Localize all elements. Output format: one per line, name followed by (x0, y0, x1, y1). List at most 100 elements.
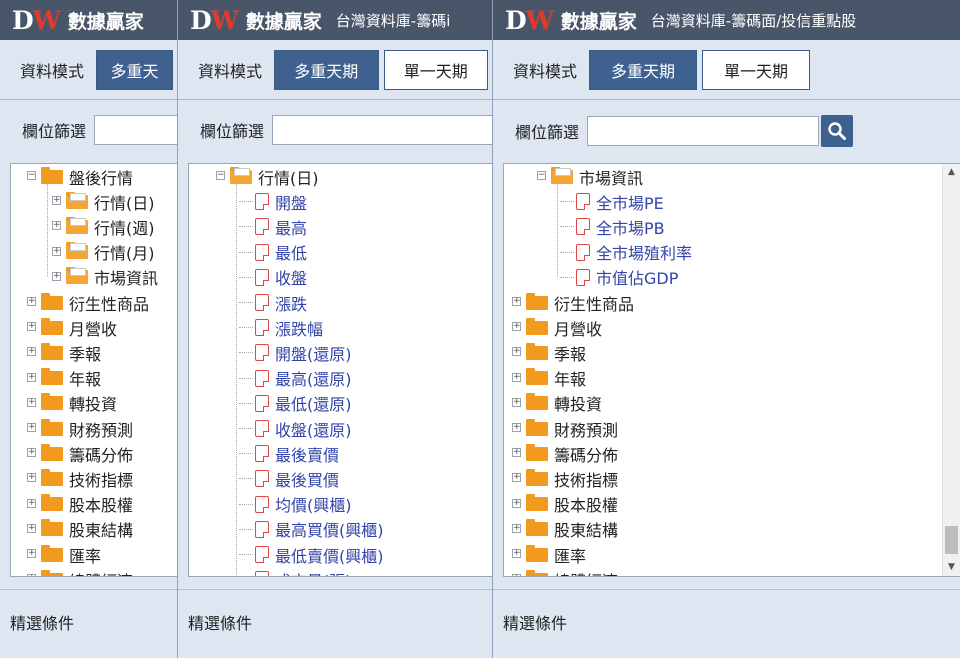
tree-folder-item[interactable]: + 轉投資 (27, 391, 117, 416)
tree-folder-item[interactable]: + 籌碼分佈 (27, 441, 134, 466)
expand-toggle-icon[interactable]: + (27, 448, 36, 458)
tree-item-label: 月營收 (69, 319, 118, 339)
expand-toggle-icon[interactable]: + (27, 549, 36, 558)
scrollbar-thumb[interactable] (945, 526, 958, 554)
tree-folder-item[interactable]: + 轉投資 (512, 391, 602, 416)
expand-toggle-icon[interactable]: + (27, 322, 36, 332)
multi-period-button[interactable]: 多重天 (96, 49, 173, 90)
collapse-toggle-icon[interactable]: − (537, 171, 546, 180)
tree-leaf-item[interactable]: 開盤 (239, 189, 307, 214)
tree-leaf-item[interactable]: 最低(還原) (239, 391, 352, 416)
scroll-down-arrow[interactable]: ▼ (943, 559, 960, 576)
tree-leaf-item[interactable]: 最低賣價(興櫃) (239, 542, 384, 567)
tree-leaf-item[interactable]: 全市場PE (560, 189, 664, 214)
folder-icon (526, 317, 548, 335)
scroll-up-arrow[interactable]: ▲ (943, 164, 960, 181)
tree-leaf-item[interactable]: 收盤(還原) (239, 416, 352, 441)
tree-folder-item[interactable]: − 行情(日) (216, 164, 319, 189)
tree-folder-item[interactable]: + 市場資訊 (52, 265, 158, 290)
collapse-toggle-icon[interactable]: − (216, 171, 225, 180)
expand-toggle-icon[interactable]: + (27, 372, 36, 382)
tree-scrollbar[interactable]: ▲ ▼ (942, 164, 960, 576)
filter-input[interactable] (272, 115, 493, 145)
single-period-button[interactable]: 單一天期 (383, 49, 488, 90)
filter-input[interactable] (94, 115, 178, 145)
tree-leaf-item[interactable]: 市值佔GDP (560, 265, 678, 290)
tree-folder-item[interactable]: + 衍生性商品 (512, 290, 634, 315)
tree-folder-item[interactable]: + 衍生性商品 (27, 290, 149, 315)
tree-folder-item[interactable]: + 技術指標 (512, 466, 618, 491)
expand-toggle-icon[interactable]: + (27, 473, 36, 483)
tree-leaf-item[interactable]: 最高(還原) (239, 366, 352, 391)
expand-toggle-icon[interactable]: + (512, 523, 521, 533)
tree-item-label: 籌碼分佈 (69, 445, 134, 465)
tree-folder-item[interactable]: + 匯率 (27, 542, 101, 567)
tree-leaf-item[interactable]: 全市場PB (560, 214, 665, 239)
expand-toggle-icon[interactable]: + (512, 498, 521, 508)
tree-folder-item[interactable]: + 總體經濟 (512, 567, 618, 576)
tree-folder-item[interactable]: + 總體經濟 (27, 567, 133, 576)
expand-toggle-icon[interactable]: + (512, 574, 521, 576)
tree-leaf-item[interactable]: 全市場殖利率 (560, 240, 692, 265)
tree-folder-item[interactable]: + 季報 (27, 340, 101, 365)
tree-folder-item[interactable]: + 財務預測 (27, 416, 133, 441)
expand-toggle-icon[interactable]: + (512, 347, 521, 357)
expand-toggle-icon[interactable]: + (52, 221, 61, 231)
tree-folder-item[interactable]: + 行情(週) (52, 214, 155, 239)
tree-leaf-item[interactable]: 開盤(還原) (239, 340, 352, 365)
filter-input[interactable] (587, 116, 820, 146)
search-button[interactable] (821, 115, 854, 147)
tree-leaf-item[interactable]: 最後賣價 (239, 441, 339, 466)
expand-toggle-icon[interactable]: + (52, 196, 61, 206)
tree-leaf-item[interactable]: 收盤 (239, 265, 307, 290)
tree-folder-item[interactable]: + 年報 (27, 366, 101, 391)
tree-leaf-item[interactable]: 漲跌幅 (239, 315, 323, 340)
tree-folder-item[interactable]: + 匯率 (512, 542, 586, 567)
expand-toggle-icon[interactable]: + (512, 322, 521, 332)
tree-folder-item[interactable]: + 股本股權 (27, 492, 133, 517)
expand-toggle-icon[interactable]: + (27, 397, 36, 407)
tree-folder-item[interactable]: + 股東結構 (512, 517, 618, 542)
tree-folder-item[interactable]: + 技術指標 (27, 466, 133, 491)
tree-folder-item[interactable]: + 行情(月) (52, 240, 155, 265)
tree-folder-item[interactable]: + 股東結構 (27, 517, 133, 542)
tree-folder-item[interactable]: + 月營收 (27, 315, 118, 340)
tree-leaf-item[interactable]: 最低 (239, 240, 307, 265)
expand-toggle-icon[interactable]: + (512, 473, 521, 483)
tree-leaf-item[interactable]: 均價(興櫃) (239, 492, 352, 517)
expand-toggle-icon[interactable]: + (52, 246, 61, 256)
expand-toggle-icon[interactable]: + (512, 423, 521, 432)
tree-leaf-item[interactable]: 最後買價 (239, 466, 339, 491)
tree-folder-item[interactable]: + 股本股權 (512, 492, 618, 517)
tree-folder-item[interactable]: + 財務預測 (512, 416, 618, 441)
expand-toggle-icon[interactable]: + (512, 397, 521, 407)
multi-period-button[interactable]: 多重天期 (589, 49, 698, 90)
filter-label: 欄位篩選 (22, 122, 87, 141)
single-period-button[interactable]: 單一天期 (702, 49, 811, 90)
tree-leaf-item[interactable]: 最高買價(興櫃) (239, 517, 384, 542)
expand-toggle-icon[interactable]: + (512, 549, 521, 558)
expand-toggle-icon[interactable]: + (27, 523, 36, 533)
tree-leaf-item[interactable]: 成交量(張) (255, 567, 352, 576)
collapse-toggle-icon[interactable]: − (27, 171, 36, 180)
expand-toggle-icon[interactable]: + (52, 271, 61, 281)
expand-toggle-icon[interactable]: + (27, 423, 36, 432)
tree-leaf-item[interactable]: 漲跌 (239, 290, 307, 315)
tree-folder-item[interactable]: + 行情(日) (52, 189, 155, 214)
tree-folder-item[interactable]: + 月營收 (512, 315, 602, 340)
tree-leaf-item[interactable]: 最高 (239, 214, 307, 239)
tree-folder-item[interactable]: + 籌碼分佈 (512, 441, 618, 466)
expand-toggle-icon[interactable]: + (27, 498, 36, 508)
tree-folder-item[interactable]: + 年報 (512, 366, 586, 391)
expand-toggle-icon[interactable]: + (27, 574, 36, 576)
multi-period-button[interactable]: 多重天期 (274, 49, 379, 90)
expand-toggle-icon[interactable]: + (512, 297, 521, 306)
tree-folder-item[interactable]: + 季報 (512, 340, 586, 365)
expand-toggle-icon[interactable]: + (512, 372, 521, 382)
expand-toggle-icon[interactable]: + (27, 347, 36, 357)
expand-toggle-icon[interactable]: + (27, 297, 36, 306)
tree-item-label: 行情(月) (94, 244, 155, 264)
tree-folder-item[interactable]: − 市場資訊 (537, 164, 643, 189)
expand-toggle-icon[interactable]: + (512, 448, 521, 458)
tree-folder-item[interactable]: − 盤後行情 (27, 164, 133, 189)
